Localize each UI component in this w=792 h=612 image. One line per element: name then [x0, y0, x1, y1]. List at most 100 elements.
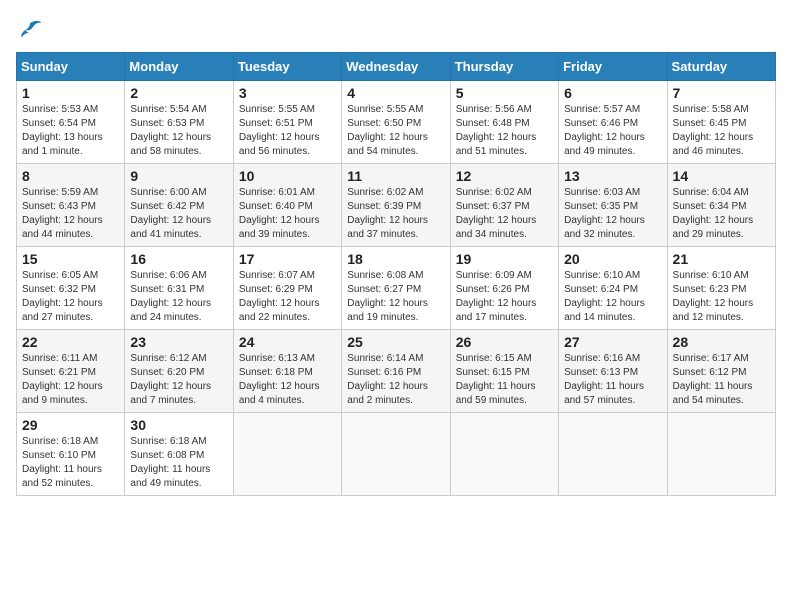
day-info: Sunrise: 6:01 AM Sunset: 6:40 PM Dayligh… — [239, 186, 336, 242]
calendar-header-row: SundayMondayTuesdayWednesdayThursdayFrid… — [17, 53, 776, 81]
calendar-cell: 12 Sunrise: 6:02 AM Sunset: 6:37 PM Dayli… — [450, 164, 558, 247]
day-info: Sunrise: 6:02 AM Sunset: 6:37 PM Dayligh… — [456, 186, 553, 242]
day-number: 1 — [22, 85, 119, 101]
day-number: 4 — [347, 85, 444, 101]
day-info: Sunrise: 6:02 AM Sunset: 6:39 PM Dayligh… — [347, 186, 444, 242]
calendar-cell: 30 Sunrise: 6:18 AM Sunset: 6:08 PM Dayli… — [125, 413, 233, 496]
day-info: Sunrise: 6:17 AM Sunset: 6:12 PM Dayligh… — [673, 352, 770, 408]
calendar-cell: 29Sunrise: 6:18 AM Sunset: 6:10 PM Dayli… — [17, 413, 125, 496]
calendar-cell: 9 Sunrise: 6:00 AM Sunset: 6:42 PM Daylig… — [125, 164, 233, 247]
day-number: 8 — [22, 168, 119, 184]
calendar-cell: 22 Sunrise: 6:11 AM Sunset: 6:21 PM Dayli… — [17, 330, 125, 413]
calendar-cell: 26Sunrise: 6:15 AM Sunset: 6:15 PM Dayli… — [450, 330, 558, 413]
calendar-cell — [233, 413, 341, 496]
day-info: Sunrise: 6:16 AM Sunset: 6:13 PM Dayligh… — [564, 352, 661, 408]
day-info: Sunrise: 6:07 AM Sunset: 6:29 PM Dayligh… — [239, 269, 336, 325]
col-header-monday: Monday — [125, 53, 233, 81]
calendar-cell: 11 Sunrise: 6:02 AM Sunset: 6:39 PM Dayli… — [342, 164, 450, 247]
calendar-cell: 21 Sunrise: 6:10 AM Sunset: 6:23 PM Dayli… — [667, 247, 775, 330]
day-number: 21 — [673, 251, 770, 267]
day-number: 23 — [130, 334, 227, 350]
col-header-saturday: Saturday — [667, 53, 775, 81]
logo-icon — [16, 16, 44, 44]
calendar-cell: 18 Sunrise: 6:08 AM Sunset: 6:27 PM Dayli… — [342, 247, 450, 330]
calendar-cell: 19 Sunrise: 6:09 AM Sunset: 6:26 PM Dayli… — [450, 247, 558, 330]
calendar-cell: 1 Sunrise: 5:53 AM Sunset: 6:54 PM Daylig… — [17, 81, 125, 164]
week-row-1: 1 Sunrise: 5:53 AM Sunset: 6:54 PM Daylig… — [17, 81, 776, 164]
day-info: Sunrise: 6:09 AM Sunset: 6:26 PM Dayligh… — [456, 269, 553, 325]
calendar-cell: 3Sunrise: 5:55 AM Sunset: 6:51 PM Daylig… — [233, 81, 341, 164]
calendar-cell: 2 Sunrise: 5:54 AM Sunset: 6:53 PM Daylig… — [125, 81, 233, 164]
day-info: Sunrise: 6:18 AM Sunset: 6:08 PM Dayligh… — [130, 435, 227, 491]
page-header — [16, 16, 776, 44]
calendar-cell: 27 Sunrise: 6:16 AM Sunset: 6:13 PM Dayli… — [559, 330, 667, 413]
day-number: 11 — [347, 168, 444, 184]
day-info: Sunrise: 5:59 AM Sunset: 6:43 PM Dayligh… — [22, 186, 119, 242]
day-info: Sunrise: 5:53 AM Sunset: 6:54 PM Dayligh… — [22, 103, 119, 159]
day-number: 26 — [456, 334, 553, 350]
day-info: Sunrise: 6:05 AM Sunset: 6:32 PM Dayligh… — [22, 269, 119, 325]
day-info: Sunrise: 6:06 AM Sunset: 6:31 PM Dayligh… — [130, 269, 227, 325]
day-info: Sunrise: 6:11 AM Sunset: 6:21 PM Dayligh… — [22, 352, 119, 408]
calendar-cell: 4 Sunrise: 5:55 AM Sunset: 6:50 PM Daylig… — [342, 81, 450, 164]
day-info: Sunrise: 5:56 AM Sunset: 6:48 PM Dayligh… — [456, 103, 553, 159]
calendar-cell — [342, 413, 450, 496]
day-number: 14 — [673, 168, 770, 184]
calendar-cell: 10 Sunrise: 6:01 AM Sunset: 6:40 PM Dayli… — [233, 164, 341, 247]
calendar-cell: 16 Sunrise: 6:06 AM Sunset: 6:31 PM Dayli… — [125, 247, 233, 330]
day-number: 20 — [564, 251, 661, 267]
calendar-cell: 15 Sunrise: 6:05 AM Sunset: 6:32 PM Dayli… — [17, 247, 125, 330]
col-header-sunday: Sunday — [17, 53, 125, 81]
day-info: Sunrise: 5:57 AM Sunset: 6:46 PM Dayligh… — [564, 103, 661, 159]
day-number: 9 — [130, 168, 227, 184]
calendar-cell — [667, 413, 775, 496]
calendar-cell: 23Sunrise: 6:12 AM Sunset: 6:20 PM Dayli… — [125, 330, 233, 413]
day-number: 24 — [239, 334, 336, 350]
day-number: 12 — [456, 168, 553, 184]
calendar-cell — [559, 413, 667, 496]
day-info: Sunrise: 6:00 AM Sunset: 6:42 PM Dayligh… — [130, 186, 227, 242]
day-number: 27 — [564, 334, 661, 350]
calendar-cell: 24 Sunrise: 6:13 AM Sunset: 6:18 PM Dayli… — [233, 330, 341, 413]
day-number: 22 — [22, 334, 119, 350]
day-info: Sunrise: 5:54 AM Sunset: 6:53 PM Dayligh… — [130, 103, 227, 159]
calendar-cell: 25Sunrise: 6:14 AM Sunset: 6:16 PM Dayli… — [342, 330, 450, 413]
day-number: 7 — [673, 85, 770, 101]
calendar-table: SundayMondayTuesdayWednesdayThursdayFrid… — [16, 52, 776, 496]
calendar-cell: 17Sunrise: 6:07 AM Sunset: 6:29 PM Dayli… — [233, 247, 341, 330]
day-info: Sunrise: 6:10 AM Sunset: 6:23 PM Dayligh… — [673, 269, 770, 325]
day-info: Sunrise: 6:04 AM Sunset: 6:34 PM Dayligh… — [673, 186, 770, 242]
calendar-cell: 20Sunrise: 6:10 AM Sunset: 6:24 PM Dayli… — [559, 247, 667, 330]
day-info: Sunrise: 6:18 AM Sunset: 6:10 PM Dayligh… — [22, 435, 119, 491]
day-info: Sunrise: 5:58 AM Sunset: 6:45 PM Dayligh… — [673, 103, 770, 159]
day-info: Sunrise: 6:13 AM Sunset: 6:18 PM Dayligh… — [239, 352, 336, 408]
calendar-cell: 14 Sunrise: 6:04 AM Sunset: 6:34 PM Dayli… — [667, 164, 775, 247]
calendar-cell: 13 Sunrise: 6:03 AM Sunset: 6:35 PM Dayli… — [559, 164, 667, 247]
week-row-4: 22 Sunrise: 6:11 AM Sunset: 6:21 PM Dayli… — [17, 330, 776, 413]
calendar-cell: 28Sunrise: 6:17 AM Sunset: 6:12 PM Dayli… — [667, 330, 775, 413]
logo — [16, 16, 48, 44]
col-header-tuesday: Tuesday — [233, 53, 341, 81]
col-header-thursday: Thursday — [450, 53, 558, 81]
day-number: 13 — [564, 168, 661, 184]
day-number: 30 — [130, 417, 227, 433]
col-header-friday: Friday — [559, 53, 667, 81]
day-number: 15 — [22, 251, 119, 267]
col-header-wednesday: Wednesday — [342, 53, 450, 81]
calendar-cell: 8 Sunrise: 5:59 AM Sunset: 6:43 PM Daylig… — [17, 164, 125, 247]
calendar-cell — [450, 413, 558, 496]
day-number: 10 — [239, 168, 336, 184]
day-info: Sunrise: 6:08 AM Sunset: 6:27 PM Dayligh… — [347, 269, 444, 325]
day-number: 19 — [456, 251, 553, 267]
day-number: 2 — [130, 85, 227, 101]
calendar-cell: 5Sunrise: 5:56 AM Sunset: 6:48 PM Daylig… — [450, 81, 558, 164]
calendar-cell: 7 Sunrise: 5:58 AM Sunset: 6:45 PM Daylig… — [667, 81, 775, 164]
week-row-5: 29Sunrise: 6:18 AM Sunset: 6:10 PM Dayli… — [17, 413, 776, 496]
week-row-3: 15 Sunrise: 6:05 AM Sunset: 6:32 PM Dayli… — [17, 247, 776, 330]
day-info: Sunrise: 5:55 AM Sunset: 6:50 PM Dayligh… — [347, 103, 444, 159]
day-info: Sunrise: 6:03 AM Sunset: 6:35 PM Dayligh… — [564, 186, 661, 242]
day-number: 3 — [239, 85, 336, 101]
day-number: 18 — [347, 251, 444, 267]
day-number: 16 — [130, 251, 227, 267]
day-number: 6 — [564, 85, 661, 101]
